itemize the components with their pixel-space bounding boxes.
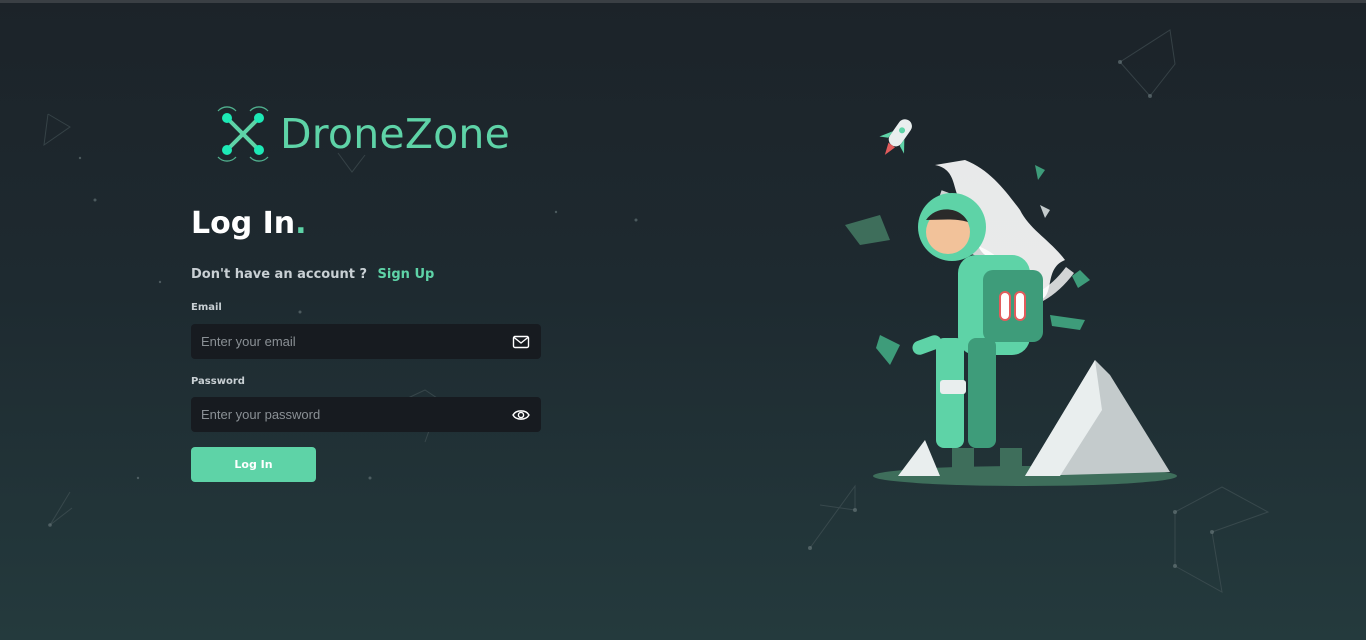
password-label: Password [191,376,245,387]
signup-prompt: Don't have an account ? Sign Up [191,267,434,282]
brand-name: DroneZone [280,110,511,158]
email-field-wrapper [191,324,541,359]
email-field[interactable] [191,324,501,359]
login-button[interactable]: Log In [191,447,316,482]
mail-icon [512,335,530,349]
page-title: Log In. [191,206,307,241]
drone-icon [217,106,269,162]
email-label: Email [191,302,222,313]
brand-logo[interactable]: DroneZone [216,104,510,164]
password-field[interactable] [191,397,501,432]
eye-icon[interactable] [512,406,530,424]
signup-link[interactable]: Sign Up [378,267,435,282]
astronaut-illustration [845,119,1177,486]
no-account-text: Don't have an account ? [191,267,368,282]
title-dot: . [295,206,307,241]
password-field-wrapper [191,397,541,432]
